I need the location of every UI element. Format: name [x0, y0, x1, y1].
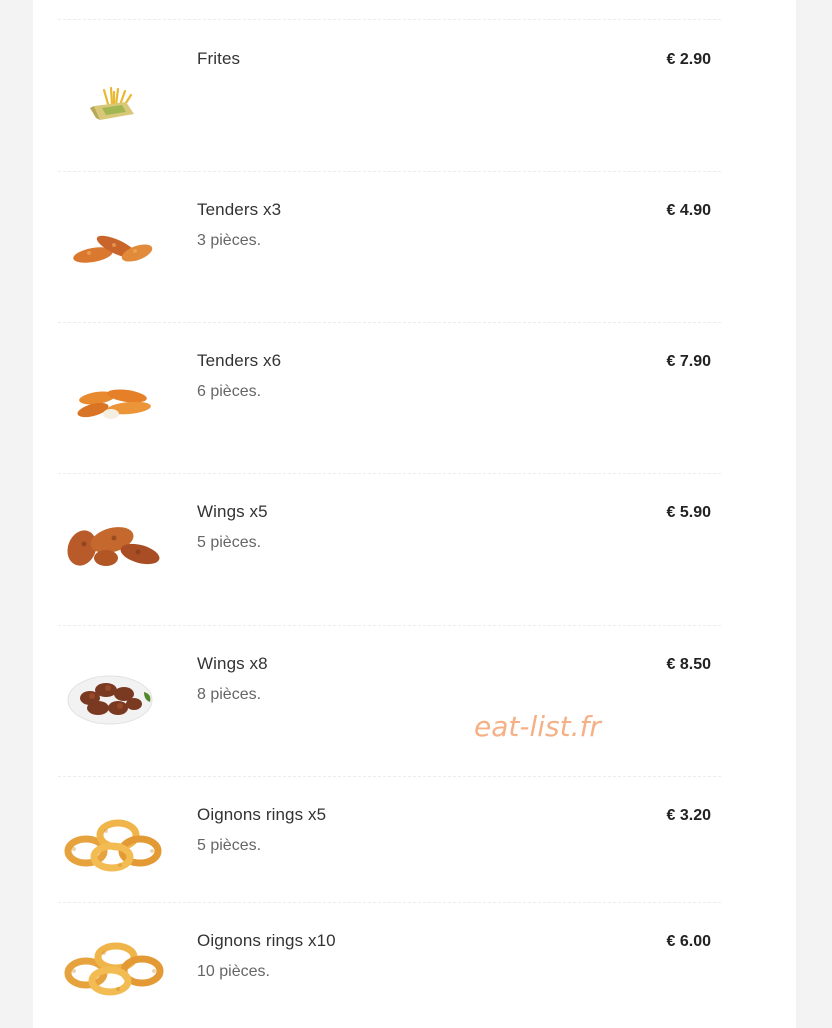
item-name: Wings x5: [197, 502, 268, 521]
onion-rings-icon: [58, 929, 170, 1009]
watermark: eat-list.fr: [474, 710, 601, 743]
item-price: € 2.90: [666, 51, 711, 68]
item-description: 3 pièces.: [197, 232, 262, 249]
item-name: Wings x8: [197, 654, 268, 673]
item-divider: [58, 473, 721, 474]
item-price: € 3.20: [666, 807, 711, 824]
item-price: € 6.00: [666, 933, 711, 950]
chicken-wings-icon: [58, 506, 170, 586]
item-description: 5 pièces.: [197, 534, 262, 551]
chicken-tenders-icon: [58, 210, 170, 290]
item-divider: [58, 625, 721, 626]
item-description: 5 pièces.: [197, 837, 262, 854]
onion-rings-icon: [58, 805, 170, 885]
item-divider: [58, 171, 721, 172]
item-price: € 5.90: [666, 504, 711, 521]
item-name: Oignons rings x5: [197, 805, 327, 824]
item-price: € 7.90: [666, 353, 711, 370]
item-name: Frites: [197, 49, 241, 68]
item-divider: [58, 902, 721, 903]
item-divider: [58, 776, 721, 777]
item-name: Tenders x6: [197, 351, 282, 370]
chicken-wings-plate-icon: [58, 658, 170, 738]
fries-icon: [58, 64, 170, 144]
item-price: € 8.50: [666, 656, 711, 673]
item-divider: [58, 322, 721, 323]
item-divider: [58, 19, 721, 20]
item-description: 6 pièces.: [197, 383, 262, 400]
item-name: Oignons rings x10: [197, 931, 336, 950]
item-description: 8 pièces.: [197, 686, 262, 703]
item-name: Tenders x3: [197, 200, 282, 219]
item-description: 10 pièces.: [197, 963, 270, 980]
chicken-tenders-icon: [58, 361, 170, 441]
item-price: € 4.90: [666, 202, 711, 219]
